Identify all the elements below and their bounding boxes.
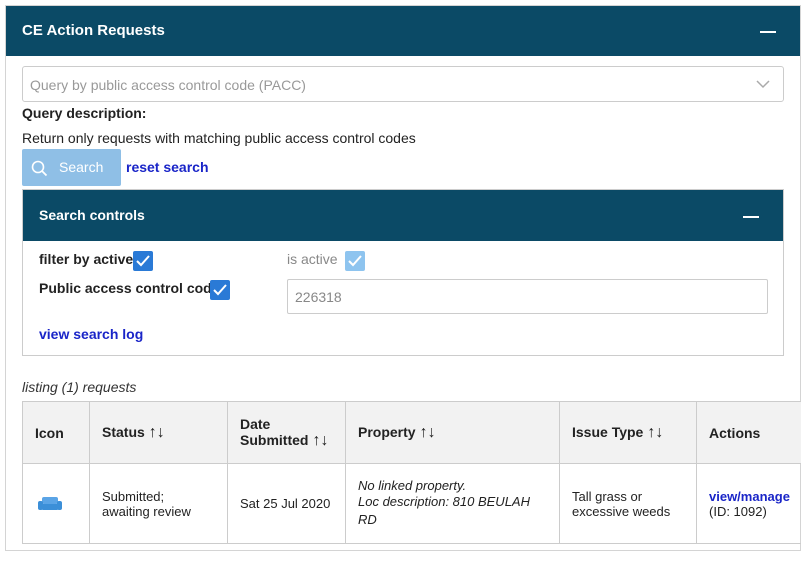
listing-summary: listing (1) requests	[22, 379, 137, 395]
column-header-date-submitted[interactable]: Date Submitted ↑↓	[227, 401, 346, 464]
collapse-icon[interactable]	[743, 216, 759, 218]
checkmark-icon	[136, 255, 150, 267]
search-icon	[31, 160, 48, 177]
table-header-row: Icon Status ↑↓ Date Submitted ↑↓ Property ↑↓…	[22, 401, 807, 464]
search-button[interactable]: Search	[22, 149, 121, 186]
search-button-label: Search	[59, 159, 104, 175]
query-placeholder: Query by public access control code (PAC…	[30, 77, 306, 93]
pacc-input[interactable]: 226318	[287, 279, 768, 314]
sort-icon[interactable]: ↑↓	[312, 432, 328, 449]
row-status-cell: Submitted; awaiting review	[89, 463, 228, 544]
chevron-down-icon[interactable]	[755, 76, 771, 92]
viewport-edge	[801, 0, 808, 567]
sort-icon[interactable]: ↑↓	[149, 424, 165, 441]
query-description-text: Return only requests with matching publi…	[22, 130, 416, 146]
request-id: (ID: 1092)	[709, 503, 767, 519]
collapse-icon[interactable]	[760, 31, 776, 33]
panel-title: CE Action Requests	[22, 22, 165, 39]
checkmark-icon	[348, 255, 362, 267]
view-search-log-link[interactable]: view search log	[39, 326, 143, 342]
couch-icon	[38, 496, 62, 510]
search-controls-header: Search controls	[23, 190, 783, 241]
checkmark-icon	[213, 284, 227, 296]
row-issue-type-cell: Tall grass or excessive weeds	[559, 463, 697, 544]
table-row: Submitted; awaiting review Sat 25 Jul 202…	[22, 463, 807, 544]
column-header-property[interactable]: Property ↑↓	[345, 401, 560, 464]
search-controls-title: Search controls	[39, 207, 145, 223]
is-active-checkbox[interactable]	[345, 251, 365, 271]
pacc-label: Public access control code	[39, 280, 220, 296]
column-header-actions: Actions	[696, 401, 807, 464]
query-description-label: Query description:	[22, 105, 147, 121]
column-header-icon: Icon	[22, 401, 90, 464]
requests-table: Icon Status ↑↓ Date Submitted ↑↓ Property ↑↓…	[22, 401, 807, 544]
pacc-query-select[interactable]: Query by public access control code (PAC…	[22, 66, 784, 102]
column-header-issue-type[interactable]: Issue Type ↑↓	[559, 401, 697, 464]
filter-by-active-label: filter by active	[39, 251, 134, 267]
row-actions-cell: view/manage (ID: 1092)	[696, 463, 807, 544]
pacc-checkbox[interactable]	[210, 280, 230, 300]
filter-by-active-checkbox[interactable]	[133, 251, 153, 271]
reset-search-link[interactable]: reset search	[126, 159, 209, 175]
row-icon-cell	[22, 463, 90, 544]
search-controls-panel: Search controls filter by active is acti…	[22, 189, 784, 356]
row-date-cell: Sat 25 Jul 2020	[227, 463, 346, 544]
view-manage-link[interactable]: view/manage	[709, 489, 790, 504]
is-active-label: is active	[287, 251, 338, 267]
pacc-input-value: 226318	[295, 289, 342, 305]
sort-icon[interactable]: ↑↓	[420, 424, 436, 441]
row-property-cell: No linked property. Loc description: 810 …	[345, 463, 560, 544]
sort-icon[interactable]: ↑↓	[647, 424, 663, 441]
column-header-status[interactable]: Status ↑↓	[89, 401, 228, 464]
panel-header: CE Action Requests	[6, 6, 800, 56]
